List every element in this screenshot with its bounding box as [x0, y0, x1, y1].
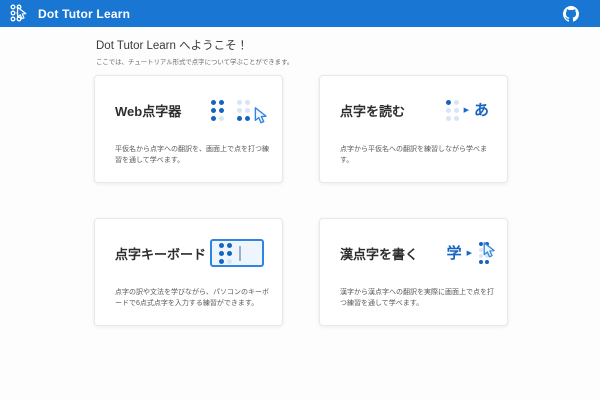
card-header-row: 点字を読む ▶ あ	[340, 90, 495, 130]
braille-dot-empty	[237, 100, 242, 105]
github-icon	[563, 6, 579, 22]
braille-dot-filled	[227, 243, 232, 248]
braille-dot-empty	[454, 116, 459, 121]
arrow-right-icon: ▶	[467, 250, 472, 257]
card-header-row: 漢点字を書く 学 ▶	[340, 233, 495, 273]
braille-8dot-cell-wrap	[479, 242, 489, 264]
app-header: Dot Tutor Learn	[0, 0, 600, 27]
braille-dot-filled	[219, 108, 224, 113]
braille-cell	[211, 100, 224, 121]
card-description: 漢字から漢点字への翻訳を実際に画面上で点を打つ練習を通して学べます。	[340, 287, 495, 309]
braille-dot-filled	[211, 108, 216, 113]
braille-dot-filled	[485, 260, 489, 264]
kanji-to-braille-cursor-icon: 学 ▶	[447, 242, 489, 264]
app-title: Dot Tutor Learn	[38, 7, 130, 21]
card-header-row: Web点字器	[115, 90, 270, 130]
braille-dot-filled	[219, 259, 224, 264]
braille-dot-filled	[479, 260, 483, 264]
braille-dot-filled	[446, 100, 451, 105]
card-title: 漢点字を書く	[340, 244, 418, 263]
braille-dot-empty	[446, 108, 451, 113]
braille-dot-empty	[454, 108, 459, 113]
app-logo-braille-cursor-icon	[8, 2, 31, 25]
braille-dot-empty	[219, 116, 224, 121]
braille-dot-filled	[245, 116, 250, 121]
hiragana-char: あ	[474, 103, 489, 118]
page-subtitle: ここでは、チュートリアル形式で点字について学ぶことができます。	[96, 57, 508, 66]
kanji-char: 学	[447, 246, 462, 261]
card-title: Web点字器	[115, 101, 181, 120]
braille-dot-filled	[211, 116, 216, 121]
card-title: 点字を読む	[340, 101, 405, 120]
card-web-tenjiki[interactable]: Web点字器 平仮名から点字への翻訳を、画面上で点を打つ練習を通して学べます。	[94, 75, 283, 183]
page-title: Dot Tutor Learn へようこそ！	[96, 37, 508, 53]
card-braille-keyboard[interactable]: 点字キーボード 点字の訳や文法を学びながら、パソコンのキーボードで6点式点字を入…	[94, 218, 283, 326]
braille-dot-filled	[227, 251, 232, 256]
braille-dot-filled	[219, 251, 224, 256]
cursor-icon	[254, 107, 268, 124]
card-title: 点字キーボード	[115, 244, 206, 263]
braille-dot-empty	[237, 108, 242, 113]
cursor-icon	[483, 242, 496, 258]
two-braille-cells-cursor-icon	[211, 100, 264, 121]
braille-dot-empty	[454, 100, 459, 105]
text-caret-icon	[239, 246, 241, 261]
github-link[interactable]	[563, 6, 579, 22]
card-header-row: 点字キーボード	[115, 233, 270, 273]
braille-dot-empty	[245, 100, 250, 105]
card-read-braille[interactable]: 点字を読む ▶ あ 点字から平仮名への翻訳を練習しながら学べます。	[319, 75, 508, 183]
card-write-kanji-braille[interactable]: 漢点字を書く 学 ▶ 漢字から漢点字への翻訳を実際に画面上で点を打つ練習を通して…	[319, 218, 508, 326]
braille-input-box-icon	[210, 239, 264, 267]
braille-dot-empty	[245, 108, 250, 113]
tutorial-card-grid: Web点字器 平仮名から点字への翻訳を、画面上で点を打つ練習を通して学べます。 …	[94, 75, 508, 326]
card-description: 点字の訳や文法を学びながら、パソコンのキーボードで6点式点字を入力する練習ができ…	[115, 287, 270, 309]
braille-dot-empty	[446, 116, 451, 121]
braille-dot-filled	[211, 100, 216, 105]
card-title-icon-row: 漢点字を書く 学 ▶	[340, 242, 489, 264]
card-description: 平仮名から点字への翻訳を、画面上で点を打つ練習を通して学べます。	[115, 144, 270, 166]
main-content: Dot Tutor Learn へようこそ！ ここでは、チュートリアル形式で点字…	[94, 37, 508, 326]
braille-dot-filled	[237, 116, 242, 121]
arrow-right-icon: ▶	[464, 107, 469, 114]
braille-cell	[446, 100, 459, 121]
braille-dot-filled	[219, 100, 224, 105]
braille-cell	[237, 100, 250, 121]
braille-to-hiragana-icon: ▶ あ	[446, 100, 489, 121]
card-description: 点字から平仮名への翻訳を練習しながら学べます。	[340, 144, 495, 166]
braille-dot-empty	[227, 259, 232, 264]
braille-dot-filled	[219, 243, 224, 248]
braille-cell	[219, 243, 232, 264]
